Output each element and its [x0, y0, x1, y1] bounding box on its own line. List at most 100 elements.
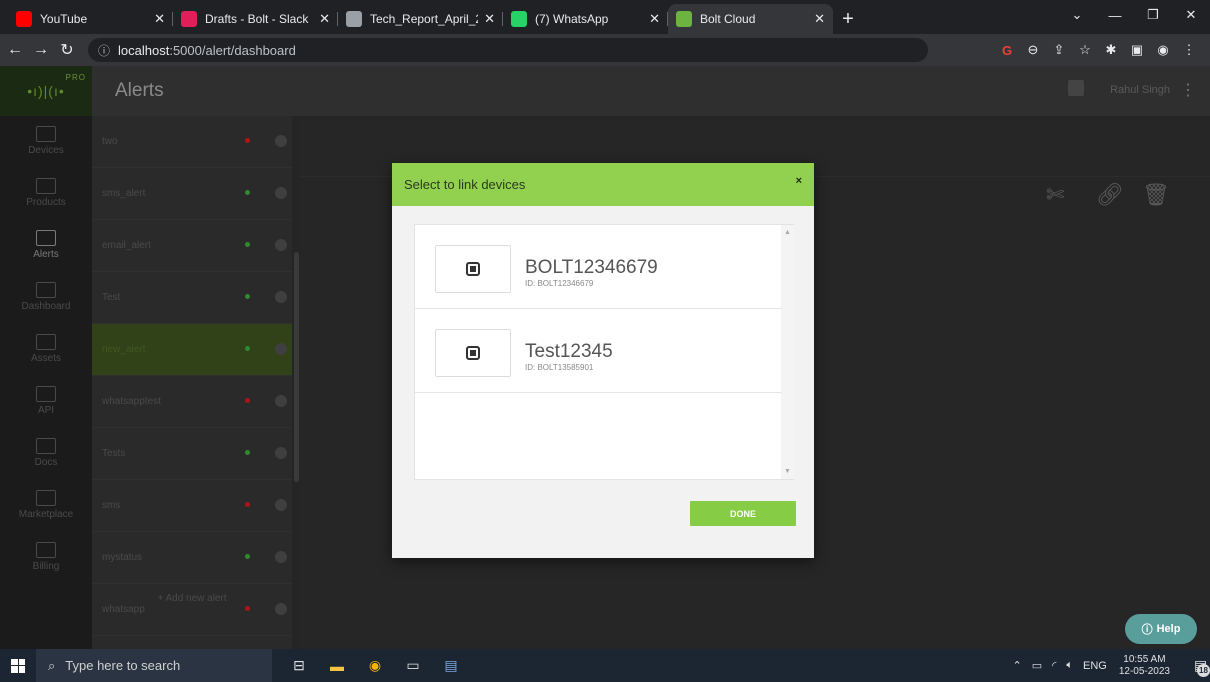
alert-row[interactable]: Test	[92, 272, 292, 324]
close-tab-icon[interactable]: ✕	[649, 11, 660, 27]
taskbar-search-box[interactable]: ⌕ Type here to search	[36, 649, 272, 682]
task-view-icon[interactable]: ⊟	[280, 649, 318, 682]
sidebar-item-billing[interactable]: Billing	[0, 532, 92, 582]
close-window-button[interactable]: ✕	[1172, 7, 1210, 23]
browser-tab[interactable]: Tech_Report_April_2023 ✕	[338, 4, 503, 34]
alert-info-badge[interactable]	[275, 343, 287, 355]
alert-row[interactable]: whatsapptest	[92, 376, 292, 428]
device-chip-icon	[435, 329, 511, 377]
taskbar-clock[interactable]: 10:55 AM 12-05-2023	[1119, 654, 1170, 678]
done-button[interactable]: DONE	[690, 501, 796, 526]
sidebar-item-dashboard[interactable]: Dashboard	[0, 272, 92, 322]
alert-info-badge[interactable]	[275, 447, 287, 459]
close-tab-icon[interactable]: ✕	[484, 11, 495, 27]
forward-icon[interactable]: →	[30, 41, 52, 59]
alert-list-scroll-thumb[interactable]	[294, 252, 299, 482]
sidebar-item-alerts[interactable]: Alerts	[0, 220, 92, 270]
device-row[interactable]: Test12345 ID: BOLT13585901	[415, 309, 781, 393]
new-tab-button[interactable]: +	[833, 4, 863, 34]
site-info-icon[interactable]: ⓘ	[98, 42, 110, 59]
marketplace-icon	[36, 490, 56, 506]
sidepanel-icon[interactable]: ▣	[1124, 42, 1150, 58]
network-app-icon[interactable]: ▤	[432, 649, 470, 682]
zoom-icon[interactable]: ⊖	[1020, 42, 1046, 58]
tray-chevron-icon[interactable]: ⌃	[1013, 659, 1022, 672]
alert-name: sms_alert	[102, 188, 146, 199]
minimize-button[interactable]: —	[1096, 8, 1134, 23]
close-icon[interactable]: ×	[796, 175, 802, 187]
user-name[interactable]: Rahul Singh	[1110, 84, 1170, 96]
bolt-logo[interactable]: •ı)|(ı• PRO	[0, 66, 92, 116]
close-tab-icon[interactable]: ✕	[814, 11, 825, 27]
bookmark-star-icon[interactable]: ☆	[1072, 42, 1098, 58]
alert-info-badge[interactable]	[275, 291, 287, 303]
help-button[interactable]: ⓘ Help	[1125, 614, 1197, 644]
add-alert-button[interactable]: + Add new alert	[92, 578, 292, 618]
user-avatar[interactable]	[1068, 80, 1084, 96]
back-icon[interactable]: ←	[4, 41, 26, 59]
wifi-icon[interactable]: ◜	[1052, 659, 1056, 672]
link-icon[interactable]: 🔗︎	[1096, 182, 1124, 208]
apple-icon	[346, 11, 362, 27]
scroll-down-icon[interactable]: ▼	[784, 468, 791, 475]
scroll-up-icon[interactable]: ▲	[784, 229, 791, 236]
alert-row[interactable]: sms	[92, 480, 292, 532]
alert-status-dot	[245, 294, 250, 299]
close-tab-icon[interactable]: ✕	[319, 11, 330, 27]
tab-title: Bolt Cloud	[700, 12, 756, 26]
reload-icon[interactable]: ↻	[56, 40, 78, 60]
windows-taskbar: ⌕ Type here to search ⊟ ▬ ◉ ▭ ▤ ⌃ ▭ ◜ 🔈︎…	[0, 649, 1210, 682]
browser-menu-icon[interactable]: ⋮	[1176, 42, 1202, 58]
file-explorer-icon[interactable]: ▬	[318, 649, 356, 682]
alert-row[interactable]: Tests	[92, 428, 292, 480]
alert-name: mystatus	[102, 552, 143, 563]
alert-info-badge[interactable]	[275, 551, 287, 563]
sidebar-item-marketplace[interactable]: Marketplace	[0, 480, 92, 530]
browser-tab[interactable]: Drafts - Bolt - Slack ✕	[173, 4, 338, 34]
google-icon[interactable]: G	[994, 43, 1020, 58]
sidebar-item-api[interactable]: API	[0, 376, 92, 426]
windows-start-button[interactable]	[0, 649, 36, 682]
alert-row[interactable]: sms_alert	[92, 168, 292, 220]
sidebar-item-devices[interactable]: Devices	[0, 116, 92, 166]
restore-button[interactable]: ❐	[1134, 7, 1172, 23]
tab-search-icon[interactable]: ⌄	[1058, 7, 1096, 23]
sidebar-item-label: Products	[26, 197, 66, 208]
volume-mute-icon[interactable]: 🔈︎	[1066, 659, 1073, 672]
windows-logo-icon	[11, 658, 25, 673]
device-list-scrollbar[interactable]: ▲ ▼	[781, 225, 794, 479]
sidebar-item-docs[interactable]: Docs	[0, 428, 92, 478]
browser-tab[interactable]: Bolt Cloud ✕	[668, 4, 833, 34]
browser-tab[interactable]: (7) WhatsApp ✕	[503, 4, 668, 34]
tab-title: (7) WhatsApp	[535, 12, 609, 26]
alert-info-badge[interactable]	[275, 239, 287, 251]
close-tab-icon[interactable]: ✕	[154, 11, 165, 27]
language-indicator[interactable]: ENG	[1083, 660, 1107, 672]
terminal-icon[interactable]: ▭	[394, 649, 432, 682]
battery-icon[interactable]: ▭	[1032, 659, 1042, 672]
alert-info-badge[interactable]	[275, 499, 287, 511]
alert-info-badge[interactable]	[275, 187, 287, 199]
alert-row[interactable]: two	[92, 116, 292, 168]
sidebar-item-products[interactable]: Products	[0, 168, 92, 218]
help-icon: ⓘ	[1141, 624, 1153, 636]
configure-tools-icon[interactable]: ✄	[1046, 182, 1064, 208]
alert-row[interactable]: mystatus	[92, 532, 292, 584]
profile-avatar-icon[interactable]: ◉	[1150, 42, 1176, 58]
alert-info-badge[interactable]	[275, 135, 287, 147]
share-icon[interactable]: ⇪	[1046, 42, 1072, 58]
alert-row[interactable]: new_alert	[92, 324, 292, 376]
more-options-icon[interactable]: ⋮	[1180, 80, 1196, 100]
notification-center-icon[interactable]: ▤ 18	[1184, 657, 1210, 677]
delete-trash-icon[interactable]: 🗑︎	[1142, 182, 1170, 208]
url-input[interactable]: ⓘ localhost:5000/alert/dashboard	[88, 38, 928, 62]
alert-info-badge[interactable]	[275, 395, 287, 407]
alert-row[interactable]: email_alert	[92, 220, 292, 272]
sidebar-item-assets[interactable]: Assets	[0, 324, 92, 374]
device-row[interactable]: BOLT12346679 ID: BOLT12346679	[415, 225, 781, 309]
sidebar-item-label: Billing	[32, 561, 60, 572]
browser-tab[interactable]: YouTube ✕	[8, 4, 173, 34]
chrome-icon[interactable]: ◉	[356, 649, 394, 682]
api-icon	[36, 386, 56, 402]
extensions-icon[interactable]: ✱	[1098, 42, 1124, 58]
